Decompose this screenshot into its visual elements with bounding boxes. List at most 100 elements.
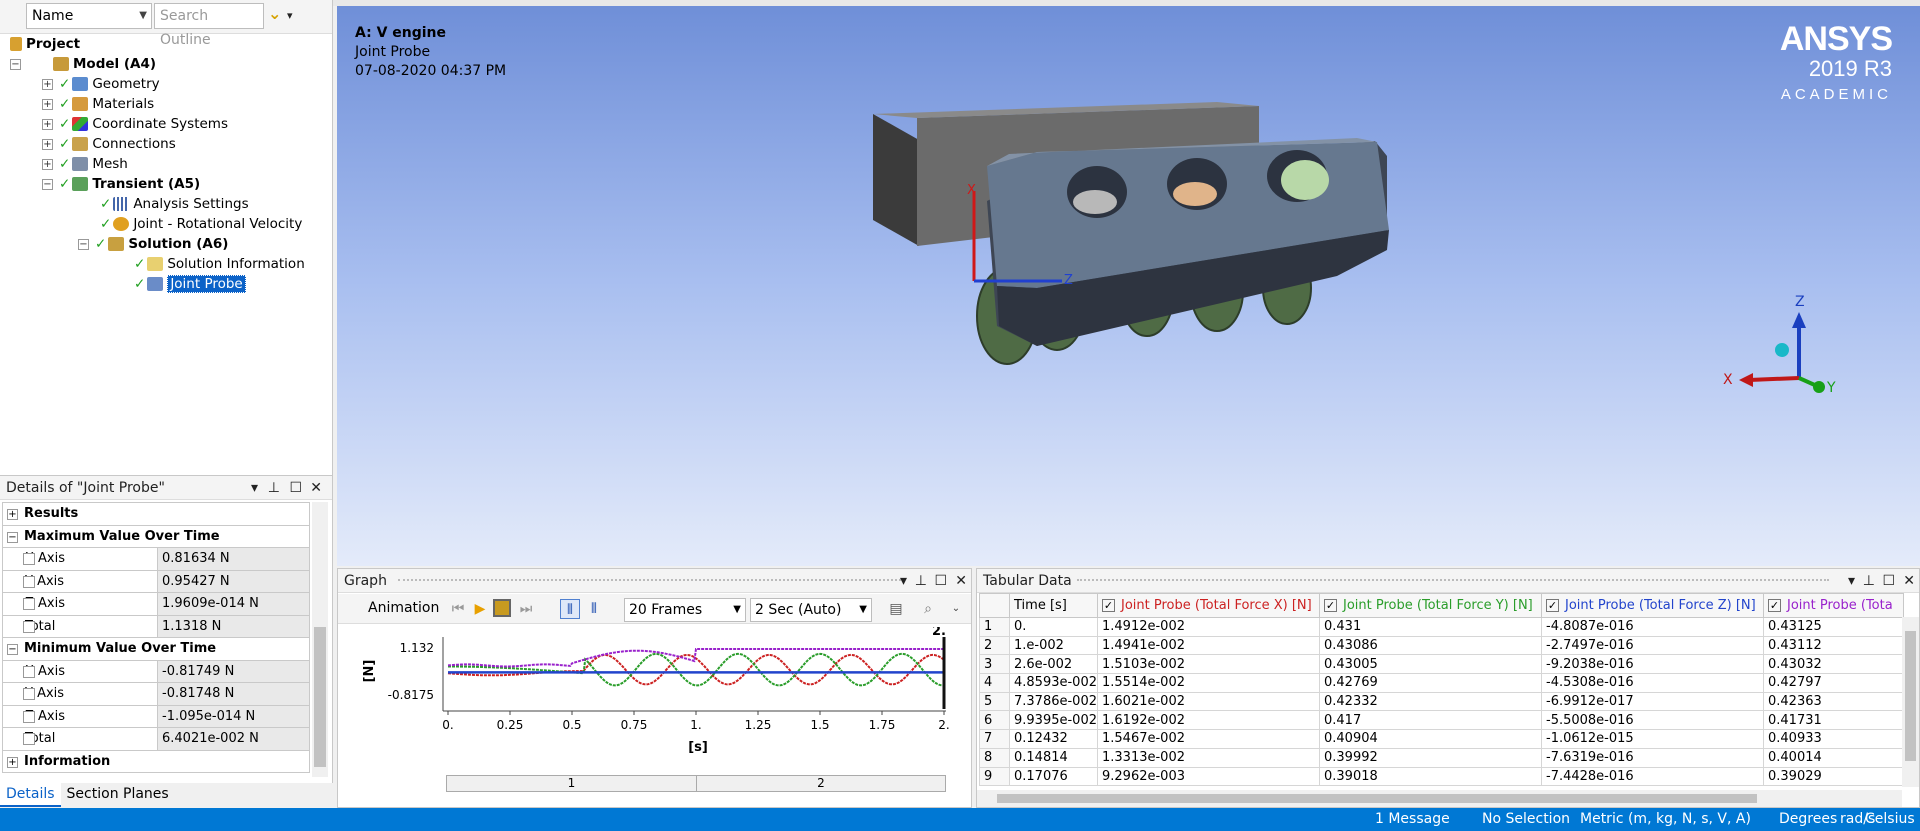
play-icon[interactable]: ▶ bbox=[470, 599, 490, 619]
group-information[interactable]: + Information bbox=[2, 749, 310, 773]
frames-combo[interactable]: 20 Frames ▼ bbox=[624, 598, 746, 622]
table-row[interactable]: 6 9.9395e-002 1.6192e-002 0.417 -5.5008e-016… bbox=[979, 710, 1904, 731]
close-icon[interactable]: ✕ bbox=[1903, 569, 1915, 593]
filter-dropdown-button[interactable]: ⌄ ▾ bbox=[268, 4, 308, 28]
table-row[interactable]: 4 4.8593e-002 1.5514e-002 0.42769 -4.5308e-0… bbox=[979, 673, 1904, 693]
table-row[interactable]: 7 0.12432 1.5467e-002 0.40904 -1.0612e-015 0.… bbox=[979, 729, 1904, 749]
pin-icon[interactable]: ⊥ bbox=[1863, 569, 1875, 593]
group-maximum[interactable]: − Maximum Value Over Time bbox=[2, 524, 310, 548]
orientation-triad[interactable]: Z X Y bbox=[1707, 286, 1837, 406]
distributed-frames-icon[interactable]: ⦀ bbox=[560, 599, 580, 619]
frame-segment[interactable]: 1 bbox=[447, 776, 697, 791]
overflow-chevron-icon[interactable]: ⌄ bbox=[946, 599, 966, 619]
details-row[interactable]: Total 1.1318 N bbox=[2, 614, 310, 638]
tree-node-solution[interactable]: − ✓ Solution (A6) bbox=[78, 234, 228, 254]
details-scrollbar[interactable] bbox=[312, 502, 328, 777]
tab-section-planes[interactable]: Section Planes bbox=[61, 783, 175, 805]
status-messages[interactable]: 1 Message bbox=[1375, 811, 1450, 827]
header-fy[interactable]: ✓ Joint Probe (Total Force Y) [N] bbox=[1319, 593, 1542, 618]
maximize-icon[interactable]: ☐ bbox=[289, 476, 302, 500]
tree-node-solution-information[interactable]: ✓ Solution Information bbox=[134, 254, 305, 274]
result-sets-icon[interactable]: ⦀ bbox=[584, 599, 604, 619]
maximize-icon[interactable]: ☐ bbox=[1882, 569, 1895, 593]
details-row[interactable]: Z Axis -1.095e-014 N bbox=[2, 704, 310, 728]
group-results[interactable]: + Results bbox=[2, 502, 310, 526]
chevron-down-icon[interactable]: ▾ bbox=[900, 569, 907, 593]
checkbox[interactable] bbox=[23, 733, 35, 745]
table-row[interactable]: 8 0.14814 1.3313e-002 0.39992 -7.6319e-016 0.… bbox=[979, 747, 1904, 768]
tree-node-project[interactable]: Project bbox=[10, 34, 80, 54]
tree-node-joint-probe[interactable]: ✓ Joint Probe bbox=[134, 274, 246, 294]
collapse-icon[interactable]: − bbox=[10, 58, 21, 70]
checkbox[interactable] bbox=[23, 665, 35, 678]
check-icon[interactable]: ✓ bbox=[1324, 599, 1337, 612]
close-icon[interactable]: ✕ bbox=[955, 569, 967, 593]
check-icon[interactable]: ✓ bbox=[1102, 599, 1115, 612]
frame-segment[interactable]: 2 bbox=[697, 776, 945, 791]
group-minimum[interactable]: − Minimum Value Over Time bbox=[2, 637, 310, 661]
tree-node-joint-rotational-velocity[interactable]: ✓ Joint - Rotational Velocity bbox=[100, 214, 302, 234]
expand-icon[interactable]: + bbox=[42, 138, 53, 150]
table-row[interactable]: 3 2.6e-002 1.5103e-002 0.43005 -9.2038e-016 0… bbox=[979, 654, 1904, 675]
details-row[interactable]: X Axis -0.81749 N bbox=[2, 659, 310, 683]
expand-icon[interactable]: + bbox=[42, 78, 53, 90]
pin-icon[interactable]: ⊥ bbox=[268, 476, 280, 500]
details-row[interactable]: Z Axis 1.9609e-014 N bbox=[2, 592, 310, 616]
search-outline-input[interactable]: Search Outline bbox=[154, 3, 264, 48]
scroll-thumb[interactable] bbox=[1905, 631, 1916, 761]
check-icon[interactable]: ✓ bbox=[1546, 599, 1559, 612]
expand-icon[interactable]: + bbox=[42, 158, 53, 170]
tree-node-geometry[interactable]: + ✓ Geometry bbox=[42, 74, 160, 94]
tree-node-materials[interactable]: + ✓ Materials bbox=[42, 94, 154, 114]
tree-node-transient[interactable]: − ✓ Transient (A5) bbox=[42, 174, 200, 194]
tabular-hscrollbar[interactable] bbox=[977, 790, 1902, 807]
scroll-thumb[interactable] bbox=[314, 627, 326, 767]
tree-node-model[interactable]: − Model (A4) bbox=[10, 54, 156, 74]
check-icon[interactable]: ✓ bbox=[1768, 599, 1781, 612]
duration-combo[interactable]: 2 Sec (Auto) ▼ bbox=[750, 598, 872, 622]
name-filter-combo[interactable]: Name ▼ bbox=[26, 3, 152, 29]
maximize-icon[interactable]: ☐ bbox=[934, 569, 947, 593]
status-units[interactable]: Metric (m, kg, N, s, V, A) bbox=[1580, 811, 1751, 827]
checkbox[interactable] bbox=[23, 710, 35, 723]
checkbox[interactable] bbox=[23, 575, 35, 588]
pin-icon[interactable]: ⊥ bbox=[915, 569, 927, 593]
chevron-down-icon[interactable]: ▾ bbox=[1848, 569, 1855, 593]
zoom-icon[interactable]: ⌕ bbox=[918, 599, 938, 619]
chevron-down-icon[interactable]: ▾ bbox=[251, 476, 258, 500]
tree-node-connections[interactable]: + ✓ Connections bbox=[42, 134, 176, 154]
close-icon[interactable]: ✕ bbox=[310, 476, 322, 500]
table-row[interactable]: 2 1.e-002 1.4941e-002 0.43086 -2.7497e-016 0.… bbox=[979, 635, 1904, 656]
expand-icon[interactable]: + bbox=[7, 509, 18, 521]
table-row[interactable]: 5 7.3786e-002 1.6021e-002 0.42332 -6.9912e-0… bbox=[979, 691, 1904, 712]
3d-viewport[interactable]: A: V engine Joint Probe 07-08-2020 04:37… bbox=[337, 6, 1920, 566]
header-time[interactable]: Time [s] bbox=[1009, 593, 1098, 618]
header-ft[interactable]: ✓ Joint Probe (Tota bbox=[1763, 593, 1904, 618]
tree-node-mesh[interactable]: + ✓ Mesh bbox=[42, 154, 128, 174]
tab-details[interactable]: Details bbox=[0, 783, 61, 807]
checkbox[interactable] bbox=[23, 553, 35, 565]
details-row[interactable]: Y Axis -0.81748 N bbox=[2, 682, 310, 706]
status-angle-units[interactable]: Degrees bbox=[1779, 811, 1837, 827]
table-row[interactable]: 1 0. 1.4912e-002 0.431 -4.8087e-016 0.43125 bbox=[979, 617, 1904, 637]
status-temp-units[interactable]: Celsius bbox=[1865, 811, 1915, 827]
details-row[interactable]: Y Axis 0.95427 N bbox=[2, 569, 310, 593]
tree-node-coordinate-systems[interactable]: + ✓ Coordinate Systems bbox=[42, 114, 228, 134]
header-fx[interactable]: ✓ Joint Probe (Total Force X) [N] bbox=[1097, 593, 1320, 618]
details-row[interactable]: X Axis 0.81634 N bbox=[2, 547, 310, 571]
details-row[interactable]: Total 6.4021e-002 N bbox=[2, 727, 310, 751]
tabular-vscrollbar[interactable] bbox=[1902, 617, 1919, 787]
next-frame-icon[interactable]: ⏭ bbox=[516, 599, 536, 619]
expand-icon[interactable]: + bbox=[42, 98, 53, 110]
previous-frame-icon[interactable]: ⏮ bbox=[448, 599, 468, 619]
frame-selector-bar[interactable]: 1 2 bbox=[446, 775, 946, 792]
collapse-icon[interactable]: − bbox=[7, 531, 18, 543]
collapse-icon[interactable]: − bbox=[42, 178, 53, 190]
header-fz[interactable]: ✓ Joint Probe (Total Force Z) [N] bbox=[1541, 593, 1764, 618]
collapse-icon[interactable]: − bbox=[7, 644, 18, 656]
stop-icon[interactable] bbox=[493, 599, 511, 617]
table-row[interactable]: 9 0.17076 9.2962e-003 0.39018 -7.4428e-016 0.… bbox=[979, 766, 1904, 787]
tree-node-analysis-settings[interactable]: ✓ Analysis Settings bbox=[100, 194, 249, 214]
checkbox[interactable] bbox=[23, 598, 35, 610]
scroll-thumb[interactable] bbox=[997, 794, 1757, 803]
